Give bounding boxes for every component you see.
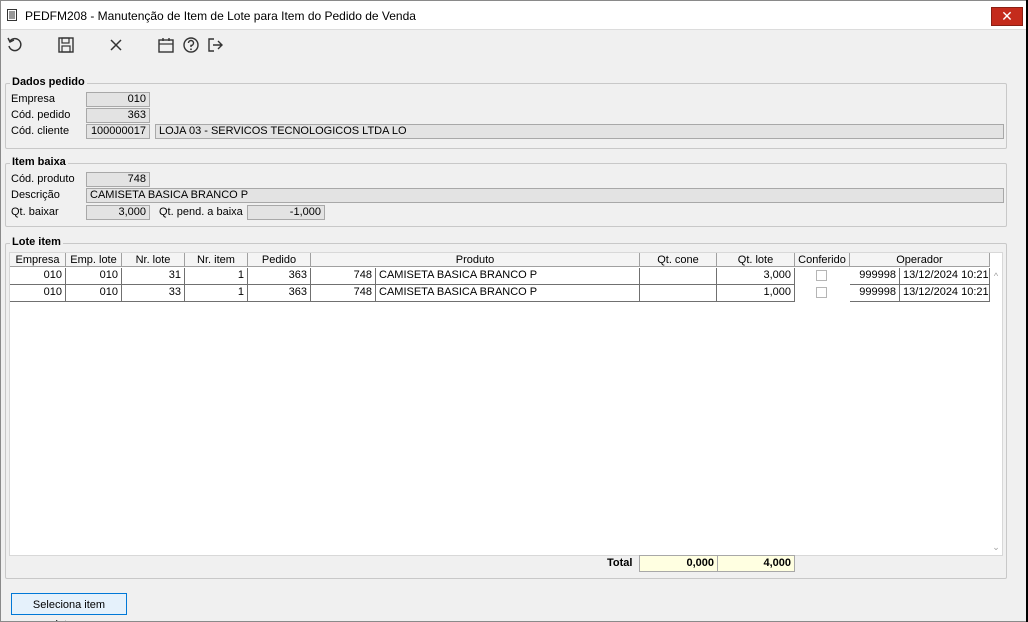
empresa-label: Empresa	[11, 93, 56, 105]
cell-empresa[interactable]: 010	[10, 285, 66, 302]
conferido-checkbox[interactable]	[816, 287, 827, 298]
cell-operador-code[interactable]: 999998	[850, 285, 900, 302]
cell-qt-cone[interactable]	[640, 268, 717, 285]
dialog-window: PEDFM208 - Manutenção de Item de Lote pa…	[0, 0, 1028, 622]
cell-nr-lote[interactable]: 31	[122, 268, 185, 285]
item-baixa-title: Item baixa	[10, 156, 68, 168]
qt-pend-field[interactable]: -1,000	[247, 205, 325, 220]
total-qt-cone: 0,000	[639, 555, 718, 572]
column-header-empresa[interactable]: Empresa	[10, 253, 66, 267]
cell-pedido[interactable]: 363	[248, 268, 311, 285]
cell-nr-item[interactable]: 1	[185, 268, 248, 285]
dados-pedido-title: Dados pedido	[10, 76, 87, 88]
undo-icon[interactable]	[6, 36, 26, 56]
lote-item-grid[interactable]: Empresa Emp. lote Nr. lote Nr. item Pedi…	[9, 252, 1003, 556]
column-header-qt-lote[interactable]: Qt. lote	[717, 253, 795, 267]
cliente-code-field[interactable]: 100000017	[86, 124, 150, 139]
cell-empresa[interactable]: 010	[10, 268, 66, 285]
cell-qt-cone[interactable]	[640, 285, 717, 302]
cliente-name-field[interactable]: LOJA 03 - SERVICOS TECNOLOGICOS LTDA LO	[155, 124, 1004, 139]
cell-produto-code[interactable]: 748	[311, 268, 376, 285]
descricao-label: Descrição	[11, 189, 60, 201]
cell-nr-item[interactable]: 1	[185, 285, 248, 302]
conferido-checkbox[interactable]	[816, 270, 827, 281]
total-qt-lote: 4,000	[717, 555, 795, 572]
cancel-icon[interactable]	[107, 36, 127, 56]
calendar-icon[interactable]	[157, 36, 177, 56]
toolbar	[1, 30, 1027, 60]
descricao-field[interactable]: CAMISETA BASICA BRANCO P	[86, 188, 1004, 203]
dados-pedido-group: Dados pedido	[5, 76, 1007, 149]
exit-icon[interactable]	[206, 36, 226, 56]
cell-emp-lote[interactable]: 010	[66, 268, 122, 285]
cell-produto-code[interactable]: 748	[311, 285, 376, 302]
column-header-operador[interactable]: Operador	[850, 253, 990, 267]
empresa-field[interactable]: 010	[86, 92, 150, 107]
column-header-qt-cone[interactable]: Qt. cone	[640, 253, 717, 267]
pedido-field[interactable]: 363	[86, 108, 150, 123]
save-icon[interactable]	[57, 36, 77, 56]
column-header-conferido[interactable]: Conferido	[795, 253, 850, 267]
scroll-up-icon[interactable]: ^	[990, 271, 1002, 281]
cell-operador-code[interactable]: 999998	[850, 268, 900, 285]
close-button[interactable]: ✕	[991, 7, 1023, 26]
cell-operador-datetime[interactable]: 13/12/2024 10:21:	[900, 285, 990, 302]
qt-pend-label: Qt. pend. a baixa	[159, 206, 243, 218]
qt-baixar-label: Qt. baixar	[11, 206, 59, 218]
pedido-label: Cód. pedido	[11, 109, 71, 121]
cell-qt-lote[interactable]: 1,000	[717, 285, 795, 302]
cell-emp-lote[interactable]: 010	[66, 285, 122, 302]
total-label: Total	[607, 557, 633, 569]
cliente-label: Cód. cliente	[11, 125, 70, 137]
lote-item-title: Lote item	[10, 236, 63, 248]
produto-label: Cód. produto	[11, 173, 75, 185]
column-header-emp-lote[interactable]: Emp. lote	[66, 253, 122, 267]
qt-baixar-field[interactable]: 3,000	[86, 205, 150, 220]
column-header-pedido[interactable]: Pedido	[248, 253, 311, 267]
scroll-down-icon[interactable]: ⌄	[990, 542, 1002, 552]
window-title: PEDFM208 - Manutenção de Item de Lote pa…	[25, 9, 416, 23]
title-bar: PEDFM208 - Manutenção de Item de Lote pa…	[1, 1, 1027, 30]
cell-qt-lote[interactable]: 3,000	[717, 268, 795, 285]
cell-operador-datetime[interactable]: 13/12/2024 10:21:	[900, 268, 990, 285]
column-header-produto[interactable]: Produto	[311, 253, 640, 267]
cell-produto-name[interactable]: CAMISETA BASICA BRANCO P	[376, 268, 640, 285]
cell-produto-name[interactable]: CAMISETA BASICA BRANCO P	[376, 285, 640, 302]
column-header-nr-lote[interactable]: Nr. lote	[122, 253, 185, 267]
document-icon	[7, 9, 17, 21]
column-header-nr-item[interactable]: Nr. item	[185, 253, 248, 267]
seleciona-item-lote-button[interactable]: Seleciona item lote...	[11, 593, 127, 621]
help-icon[interactable]	[182, 36, 202, 56]
cell-pedido[interactable]: 363	[248, 285, 311, 302]
cell-nr-lote[interactable]: 33	[122, 285, 185, 302]
produto-field[interactable]: 748	[86, 172, 150, 187]
